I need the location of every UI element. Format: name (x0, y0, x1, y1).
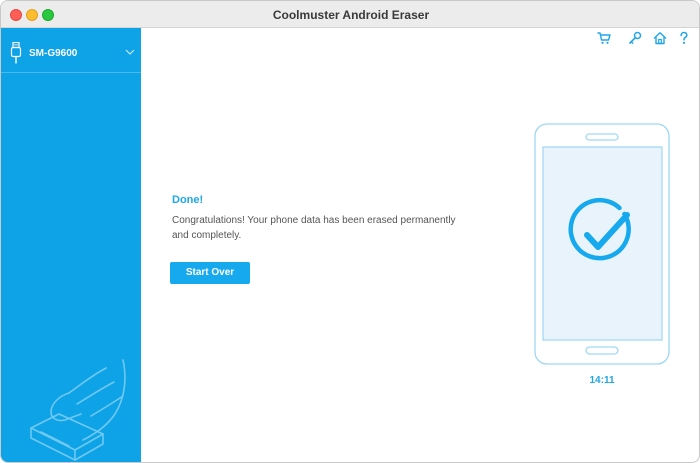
usb-icon (10, 42, 22, 64)
key-icon[interactable] (628, 31, 642, 45)
start-over-button[interactable]: Start Over (170, 262, 250, 284)
chevron-down-icon[interactable] (125, 48, 135, 56)
phone-illustration (534, 123, 670, 365)
sidebar: SM-G9600 (1, 28, 141, 462)
phone-time: 14:11 (589, 375, 615, 386)
device-name: SM-G9600 (29, 48, 78, 59)
window-title: Coolmuster Android Eraser (272, 8, 430, 22)
cart-icon[interactable] (597, 31, 611, 45)
status-message: Congratulations! Your phone data has bee… (172, 215, 456, 241)
eraser-hand-illustration (30, 359, 126, 461)
home-icon[interactable] (653, 31, 667, 45)
help-icon[interactable] (677, 31, 691, 45)
status-title: Done! (172, 194, 204, 206)
title-bar: Coolmuster Android Eraser (1, 1, 699, 28)
device-selector[interactable]: SM-G9600 (1, 28, 141, 73)
app-window: Coolmuster Android Eraser SM-G9600 Done!… (0, 0, 700, 463)
